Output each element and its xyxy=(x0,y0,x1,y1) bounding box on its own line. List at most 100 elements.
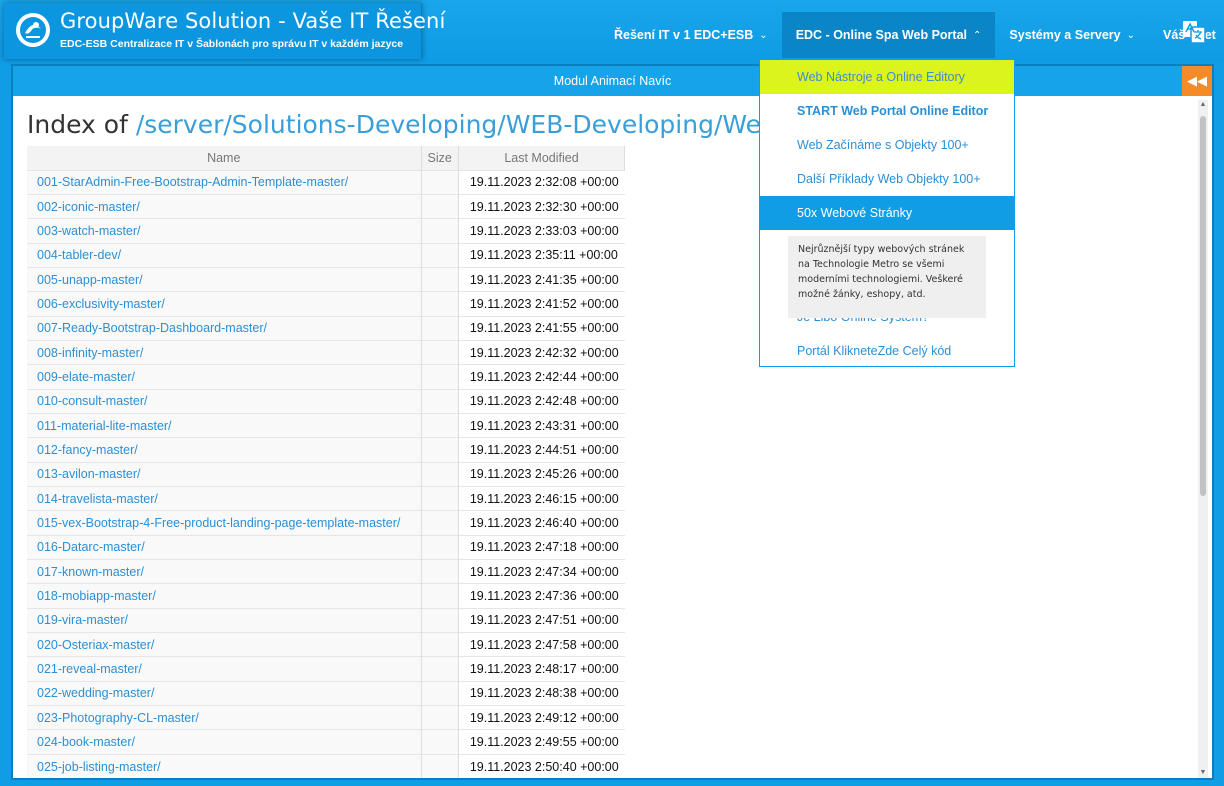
table-row: 019-vira-master/19.11.2023 2:47:51 +00:0… xyxy=(27,607,625,633)
file-modified: 19.11.2023 2:46:15 +00:00 xyxy=(458,485,625,511)
file-size xyxy=(420,388,459,414)
table-header-row: Name Size Last Modified xyxy=(27,146,626,170)
file-name-link[interactable]: 023-Photography-CL-master/ xyxy=(27,705,421,730)
menu-tooltip: Nejrůznější typy webových stránek na Tec… xyxy=(788,236,986,318)
table-row: 005-unapp-master/19.11.2023 2:41:35 +00:… xyxy=(27,266,625,292)
file-modified: 19.11.2023 2:47:36 +00:00 xyxy=(458,583,625,609)
scroll-down-arrow-icon[interactable]: ▼ xyxy=(1198,768,1208,778)
table-row: 018-mobiapp-master/19.11.2023 2:47:36 +0… xyxy=(27,583,625,609)
menu-item-label: Portál KlikneteZde Celý kód xyxy=(797,344,952,358)
file-name-link[interactable]: 025-job-listing-master/ xyxy=(27,753,421,778)
menu-item-web-nastroje[interactable]: Web Nástroje a Online Editory xyxy=(760,60,1014,94)
file-size xyxy=(420,437,459,463)
file-name-link[interactable]: 006-exclusivity-master/ xyxy=(27,291,421,317)
file-name-link[interactable]: 015-vex-Bootstrap-4-Free-product-landing… xyxy=(27,510,421,536)
nav-item-systemy[interactable]: Systémy a Servery ⌄ xyxy=(995,12,1149,58)
file-size xyxy=(420,266,459,292)
menu-item-portal-kliknetezde[interactable]: Portál KlikneteZde Celý kód xyxy=(760,334,1014,368)
table-row: 021-reveal-master/19.11.2023 2:48:17 +00… xyxy=(27,656,625,682)
file-modified: 19.11.2023 2:41:52 +00:00 xyxy=(458,291,625,317)
menu-item-label: Web Nástroje a Online Editory xyxy=(797,70,965,84)
file-size xyxy=(420,753,459,778)
page-title: Index of /server/Solutions-Developing/WE… xyxy=(27,110,884,139)
file-size xyxy=(420,680,459,706)
file-modified: 19.11.2023 2:42:48 +00:00 xyxy=(458,388,625,414)
file-size xyxy=(420,607,459,633)
file-modified: 19.11.2023 2:49:55 +00:00 xyxy=(458,729,625,755)
file-modified: 19.11.2023 2:49:12 +00:00 xyxy=(458,705,625,730)
file-modified: 19.11.2023 2:33:03 +00:00 xyxy=(458,218,625,244)
file-name-link[interactable]: 014-travelista-master/ xyxy=(27,485,421,511)
file-name-link[interactable]: 009-elate-master/ xyxy=(27,364,421,390)
file-size xyxy=(420,705,459,730)
file-name-link[interactable]: 016-Datarc-master/ xyxy=(27,534,421,560)
file-modified: 19.11.2023 2:32:08 +00:00 xyxy=(458,169,625,195)
table-row: 001-StarAdmin-Free-Bootstrap-Admin-Templ… xyxy=(27,169,625,195)
file-name-link[interactable]: 004-tabler-dev/ xyxy=(27,242,421,268)
file-name-link[interactable]: 007-Ready-Bootstrap-Dashboard-master/ xyxy=(27,315,421,341)
nav-item-reseni[interactable]: Řešení IT v 1 EDC+ESB ⌄ xyxy=(600,12,782,58)
collapse-button[interactable]: ◀◀ xyxy=(1182,66,1212,96)
top-navbar: GroupWare Solution - Vaše IT Řešení EDC-… xyxy=(0,0,1224,62)
table-row: 010-consult-master/19.11.2023 2:42:48 +0… xyxy=(27,388,625,414)
menu-item-dalsi-priklady[interactable]: Další Příklady Web Objekty 100+ xyxy=(760,162,1014,196)
file-name-link[interactable]: 013-avilon-master/ xyxy=(27,461,421,487)
file-modified: 19.11.2023 2:46:40 +00:00 xyxy=(458,510,625,536)
menu-item-label: Další Příklady Web Objekty 100+ xyxy=(797,172,981,186)
menu-item-start-editor[interactable]: START Web Portal Online Editor xyxy=(760,94,1014,128)
translate-icon[interactable] xyxy=(1180,18,1208,46)
scrollbar-thumb[interactable] xyxy=(1200,116,1206,496)
table-row: 006-exclusivity-master/19.11.2023 2:41:5… xyxy=(27,291,625,317)
table-row: 007-Ready-Bootstrap-Dashboard-master/19.… xyxy=(27,315,625,341)
file-size xyxy=(420,510,459,536)
menu-item-label: 50x Webové Stránky xyxy=(797,206,913,220)
nav-item-edc-portal[interactable]: EDC - Online Spa Web Portal ⌃ xyxy=(781,12,996,58)
file-modified: 19.11.2023 2:35:11 +00:00 xyxy=(458,242,625,268)
column-header-name[interactable]: Name xyxy=(27,146,422,170)
brand-block[interactable]: GroupWare Solution - Vaše IT Řešení EDC-… xyxy=(4,3,445,59)
file-size xyxy=(420,193,459,219)
file-size xyxy=(420,242,459,268)
vertical-scrollbar[interactable]: ▲ ▼ xyxy=(1198,100,1208,778)
file-size xyxy=(420,729,459,755)
file-size xyxy=(420,558,459,584)
table-row: 023-Photography-CL-master/19.11.2023 2:4… xyxy=(27,705,625,730)
file-name-link[interactable]: 002-iconic-master/ xyxy=(27,193,421,219)
file-name-link[interactable]: 012-fancy-master/ xyxy=(27,437,421,463)
file-name-link[interactable]: 022-wedding-master/ xyxy=(27,680,421,706)
file-name-link[interactable]: 018-mobiapp-master/ xyxy=(27,583,421,609)
file-name-link[interactable]: 010-consult-master/ xyxy=(27,388,421,414)
file-modified: 19.11.2023 2:47:18 +00:00 xyxy=(458,534,625,560)
scroll-up-arrow-icon[interactable]: ▲ xyxy=(1198,100,1208,110)
file-name-link[interactable]: 024-book-master/ xyxy=(27,729,421,755)
menu-item-50x-stranky[interactable]: 50x Webové Stránky xyxy=(760,196,1014,230)
column-header-modified[interactable]: Last Modified xyxy=(458,146,626,170)
file-name-link[interactable]: 001-StarAdmin-Free-Bootstrap-Admin-Templ… xyxy=(27,169,421,195)
file-size xyxy=(420,583,459,609)
file-size xyxy=(420,291,459,317)
file-name-link[interactable]: 011-material-lite-master/ xyxy=(27,412,421,438)
file-size xyxy=(420,412,459,438)
file-name-link[interactable]: 021-reveal-master/ xyxy=(27,656,421,682)
file-name-link[interactable]: 017-known-master/ xyxy=(27,558,421,584)
nav-item-label: Řešení IT v 1 EDC+ESB xyxy=(614,28,754,42)
file-name-link[interactable]: 019-vira-master/ xyxy=(27,607,421,633)
file-modified: 19.11.2023 2:48:38 +00:00 xyxy=(458,680,625,706)
file-name-link[interactable]: 003-watch-master/ xyxy=(27,218,421,244)
file-modified: 19.11.2023 2:50:40 +00:00 xyxy=(458,753,625,778)
panel-header-title: Modul Animací Navíc xyxy=(553,74,672,88)
file-name-link[interactable]: 005-unapp-master/ xyxy=(27,266,421,292)
file-size xyxy=(420,169,459,195)
edc-portal-dropdown-menu: Web Nástroje a Online Editory START Web … xyxy=(759,59,1015,367)
file-name-link[interactable]: 008-infinity-master/ xyxy=(27,339,421,365)
menu-item-label: START Web Portal Online Editor xyxy=(797,104,989,118)
file-name-link[interactable]: 020-Osteriax-master/ xyxy=(27,632,421,657)
file-modified: 19.11.2023 2:42:32 +00:00 xyxy=(458,339,625,365)
column-header-size[interactable]: Size xyxy=(420,146,459,170)
file-modified: 19.11.2023 2:44:51 +00:00 xyxy=(458,437,625,463)
file-modified: 19.11.2023 2:47:34 +00:00 xyxy=(458,558,625,584)
menu-item-zaciname[interactable]: Web Začínáme s Objekty 100+ xyxy=(760,128,1014,162)
table-row: 020-Osteriax-master/19.11.2023 2:47:58 +… xyxy=(27,632,625,657)
file-size xyxy=(420,534,459,560)
chevron-down-icon: ⌄ xyxy=(759,29,768,41)
